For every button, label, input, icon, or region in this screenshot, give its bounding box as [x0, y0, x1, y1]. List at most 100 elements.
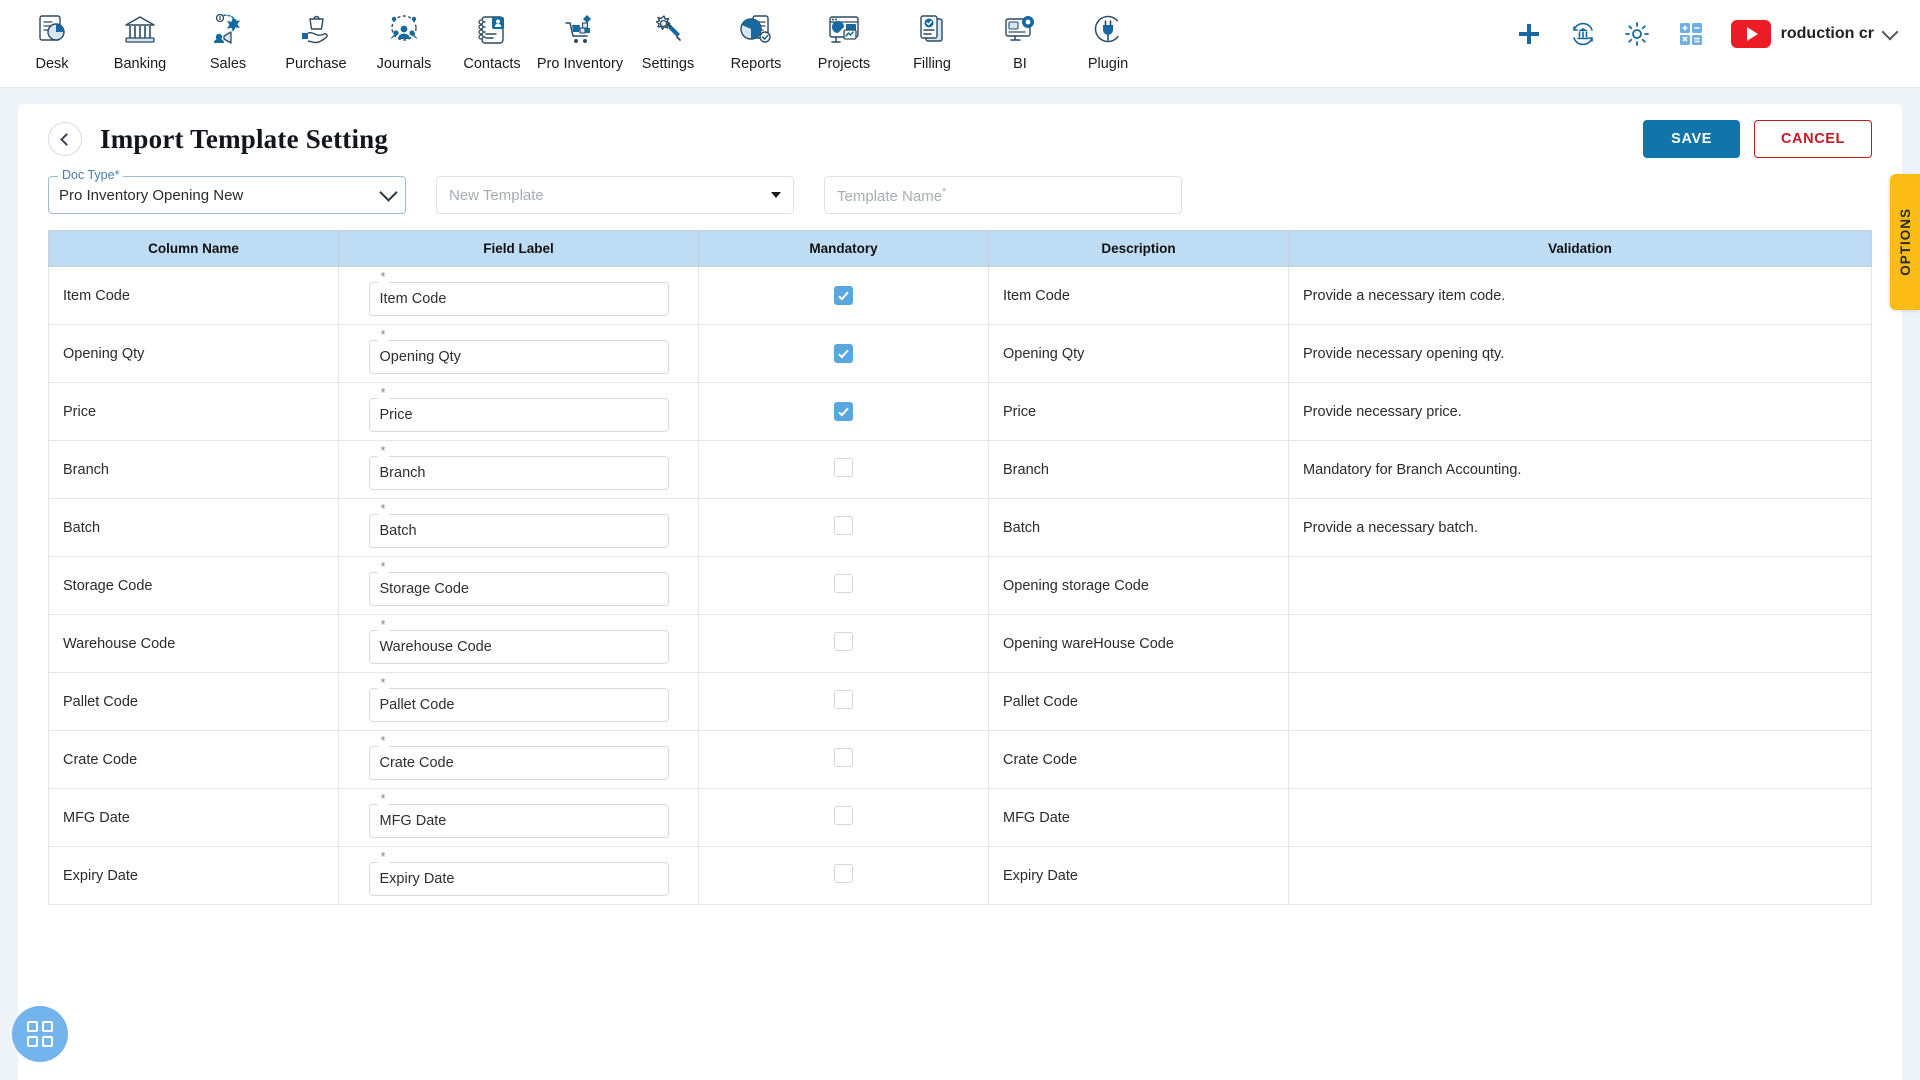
cell-mandatory: [698, 440, 989, 499]
nav-item-label: Pro Inventory: [536, 56, 624, 72]
nav-item-filling[interactable]: Filling: [888, 6, 976, 72]
nav-item-bi[interactable]: BI: [976, 6, 1064, 72]
chevron-down-icon[interactable]: [1881, 23, 1899, 40]
mandatory-checkbox[interactable]: [834, 806, 853, 825]
chevron-down-icon: [379, 182, 398, 202]
mandatory-checkbox[interactable]: [834, 516, 853, 535]
bi-monitor-gear-icon: [1003, 10, 1037, 50]
field-label-input[interactable]: * Expiry Date: [368, 849, 669, 896]
field-label-input[interactable]: * Item Code: [368, 269, 669, 316]
plus-icon[interactable]: [1515, 20, 1543, 48]
nav-item-settings[interactable]: Settings: [624, 6, 712, 72]
cell-mandatory: [698, 672, 989, 731]
nav-item-pro-inventory[interactable]: Pro Inventory: [536, 6, 624, 72]
save-button[interactable]: SAVE: [1643, 120, 1740, 158]
cell-mandatory: [698, 730, 989, 789]
mandatory-checkbox[interactable]: [834, 574, 853, 593]
required-asterisk: *: [377, 385, 389, 399]
apps-fab-button[interactable]: [12, 1006, 68, 1062]
mandatory-checkbox[interactable]: [834, 864, 853, 883]
calculator-icon[interactable]: [1677, 20, 1705, 48]
cell-mandatory: [698, 556, 989, 615]
cell-column-name: Crate Code: [48, 730, 339, 789]
reports-pie-doc-icon: [739, 10, 773, 50]
field-label-input[interactable]: * Price: [368, 385, 669, 432]
nav-item-label: Reports: [730, 56, 782, 72]
cell-column-name: Price: [48, 382, 339, 441]
field-label-value: Branch: [379, 464, 426, 481]
nav-item-plugin[interactable]: Plugin: [1064, 6, 1152, 72]
mandatory-checkbox[interactable]: [834, 402, 853, 421]
cell-mandatory: [698, 266, 989, 325]
template-select[interactable]: New Template: [436, 176, 794, 214]
field-label-input[interactable]: * Batch: [368, 501, 669, 548]
cell-mandatory: [698, 614, 989, 673]
nav-item-label: Desk: [35, 56, 69, 72]
template-name-input[interactable]: Template Name*: [824, 176, 1182, 214]
content-card: Import Template Setting SAVE CANCEL Doc …: [18, 104, 1920, 1080]
cell-validation: [1288, 614, 1872, 673]
cell-field-label: * Pallet Code: [338, 672, 699, 731]
desk-dashboard-icon: [35, 10, 69, 50]
mandatory-checkbox[interactable]: [834, 632, 853, 651]
cell-description: Opening Qty: [988, 324, 1289, 383]
cell-description: Branch: [988, 440, 1289, 499]
nav-item-desk[interactable]: Desk: [8, 6, 96, 72]
field-label-value: Storage Code: [379, 580, 469, 597]
back-button[interactable]: [48, 122, 82, 156]
nav-item-sales[interactable]: Sales: [184, 6, 272, 72]
nav-item-contacts[interactable]: Contacts: [448, 6, 536, 72]
field-label-input[interactable]: * Branch: [368, 443, 669, 490]
doc-type-select[interactable]: Doc Type* Pro Inventory Opening New: [48, 168, 406, 214]
user-account-menu[interactable]: roduction cr: [1730, 20, 1899, 48]
field-label-input[interactable]: * Storage Code: [368, 559, 669, 606]
cell-validation: Provide necessary opening qty.: [1288, 324, 1872, 383]
mandatory-checkbox[interactable]: [834, 286, 853, 305]
cancel-button[interactable]: CANCEL: [1753, 120, 1872, 158]
cell-validation: [1288, 846, 1872, 905]
nav-item-journals[interactable]: Journals: [360, 6, 448, 72]
nav-item-label: BI: [1013, 56, 1027, 72]
nav-item-purchase[interactable]: Purchase: [272, 6, 360, 72]
field-label-input[interactable]: * MFG Date: [368, 791, 669, 838]
mandatory-checkbox[interactable]: [834, 748, 853, 767]
field-label-input[interactable]: * Warehouse Code: [368, 617, 669, 664]
field-label-input[interactable]: * Opening Qty: [368, 327, 669, 374]
nav-item-label: Sales: [209, 56, 247, 72]
cell-field-label: * Crate Code: [338, 730, 699, 789]
options-side-tab[interactable]: OPTIONS: [1890, 174, 1920, 310]
mandatory-checkbox[interactable]: [834, 458, 853, 477]
field-label-input[interactable]: * Crate Code: [368, 733, 669, 780]
th-field-label: Field Label: [338, 230, 699, 267]
cell-description: MFG Date: [988, 788, 1289, 847]
mandatory-checkbox[interactable]: [834, 690, 853, 709]
nav-item-banking[interactable]: Banking: [96, 6, 184, 72]
mandatory-checkbox[interactable]: [834, 344, 853, 363]
cell-mandatory: [698, 788, 989, 847]
cell-validation: Mandatory for Branch Accounting.: [1288, 440, 1872, 499]
nav-item-reports[interactable]: Reports: [712, 6, 800, 72]
cell-validation: [1288, 672, 1872, 731]
field-label-value: Pallet Code: [379, 696, 455, 713]
import-template-table-wrapper: Column Name Field Label Mandatory Descri…: [32, 230, 1888, 923]
plugin-plug-icon: [1091, 10, 1125, 50]
inventory-cart-icon: [563, 10, 597, 50]
table-row: Branch * Branch Branch Mandatory for Bran…: [48, 440, 1872, 499]
field-label-value: Opening Qty: [379, 348, 461, 365]
nav-item-list: Desk Banking Sales Purchase Journals Contacts…: [0, 6, 1152, 72]
cell-validation: [1288, 730, 1872, 789]
cell-description: Expiry Date: [988, 846, 1289, 905]
youtube-play-icon[interactable]: [1730, 20, 1771, 48]
th-description: Description: [988, 230, 1289, 267]
cell-field-label: * Branch: [338, 440, 699, 499]
cell-description: Opening wareHouse Code: [988, 614, 1289, 673]
back-chevron-icon: [60, 132, 73, 146]
field-label-input[interactable]: * Pallet Code: [368, 675, 669, 722]
header-actions: SAVE CANCEL: [1643, 120, 1872, 158]
nav-item-projects[interactable]: Projects: [800, 6, 888, 72]
gear-icon[interactable]: [1623, 20, 1651, 48]
cell-validation: [1288, 788, 1872, 847]
required-asterisk: *: [377, 269, 389, 283]
bank-sync-icon[interactable]: [1569, 20, 1597, 48]
template-select-placeholder: New Template: [449, 186, 544, 204]
